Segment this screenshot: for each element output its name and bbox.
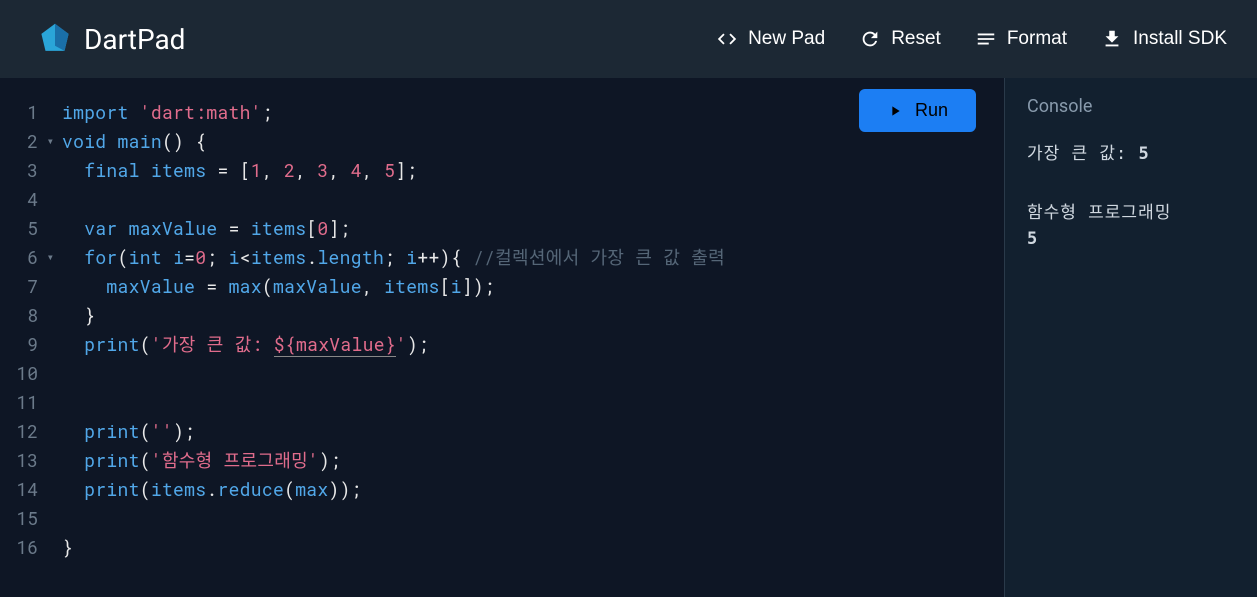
toolbar: New Pad Reset Format Install SDK	[706, 20, 1237, 58]
line-number: 13	[0, 446, 56, 475]
code-line: for(int i=0; i<items.length; i++){ //컬렉션…	[62, 243, 1004, 272]
code-line	[62, 504, 1004, 533]
console-line: 5	[1027, 229, 1235, 249]
code-line: maxValue = max(maxValue, items[i]);	[62, 272, 1004, 301]
line-number: 1	[0, 98, 56, 127]
install-label: Install SDK	[1133, 28, 1227, 50]
main-area: 12345678910111213141516 import 'dart:mat…	[0, 78, 1257, 597]
code-line: print('가장 큰 값: ${maxValue}');	[62, 330, 1004, 359]
console-title: Console	[1027, 96, 1235, 117]
format-label: Format	[1007, 28, 1067, 50]
code-line: print('');	[62, 417, 1004, 446]
line-number: 11	[0, 388, 56, 417]
line-number: 7	[0, 272, 56, 301]
line-number: 10	[0, 359, 56, 388]
logo-section: DartPad	[38, 22, 185, 56]
console-line: 함수형 프로그래밍	[1027, 198, 1235, 223]
new-pad-label: New Pad	[748, 28, 825, 50]
line-number: 12	[0, 417, 56, 446]
console-output: 가장 큰 값: 5 함수형 프로그래밍 5	[1027, 139, 1235, 249]
run-button[interactable]: Run	[859, 89, 976, 132]
new-pad-button[interactable]: New Pad	[706, 20, 835, 58]
line-number: 8	[0, 301, 56, 330]
code-line: }	[62, 533, 1004, 562]
line-number: 5	[0, 214, 56, 243]
run-label: Run	[915, 100, 948, 121]
dart-logo-icon	[38, 22, 72, 56]
reset-label: Reset	[891, 28, 941, 50]
console-panel: Console 가장 큰 값: 5 함수형 프로그래밍 5	[1004, 78, 1257, 597]
line-number: 9	[0, 330, 56, 359]
download-icon	[1101, 28, 1123, 50]
header: DartPad New Pad Reset Format Install SDK	[0, 0, 1257, 78]
code-icon	[716, 28, 738, 50]
line-gutter: 12345678910111213141516	[0, 78, 56, 562]
code-line: var maxValue = items[0];	[62, 214, 1004, 243]
code-line: final items = [1, 2, 3, 4, 5];	[62, 156, 1004, 185]
line-number: 3	[0, 156, 56, 185]
code-line	[62, 388, 1004, 417]
console-line	[1027, 170, 1235, 192]
install-sdk-button[interactable]: Install SDK	[1091, 20, 1237, 58]
refresh-icon	[859, 28, 881, 50]
app-title: DartPad	[84, 23, 185, 56]
code-line: print('함수형 프로그래밍');	[62, 446, 1004, 475]
code-area[interactable]: import 'dart:math'; void main() { final …	[62, 78, 1004, 562]
code-editor[interactable]: 12345678910111213141516 import 'dart:mat…	[0, 78, 1004, 597]
code-line: print(items.reduce(max));	[62, 475, 1004, 504]
line-number: 15	[0, 504, 56, 533]
format-button[interactable]: Format	[965, 20, 1077, 58]
line-number: 16	[0, 533, 56, 562]
reset-button[interactable]: Reset	[849, 20, 951, 58]
line-number: 14	[0, 475, 56, 504]
line-number: 2	[0, 127, 56, 156]
line-number: 6	[0, 243, 56, 272]
code-line	[62, 185, 1004, 214]
console-line: 가장 큰 값: 5	[1027, 139, 1235, 164]
format-icon	[975, 28, 997, 50]
play-icon	[887, 103, 903, 119]
line-number: 4	[0, 185, 56, 214]
code-line: }	[62, 301, 1004, 330]
code-line	[62, 359, 1004, 388]
